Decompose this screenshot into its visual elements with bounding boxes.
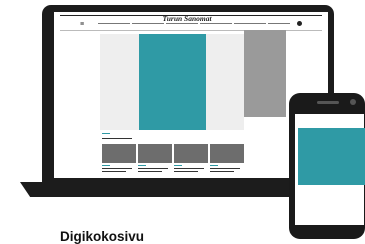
teaser-headline-line[interactable] <box>138 168 168 169</box>
section-title-line <box>102 138 132 139</box>
teaser-image[interactable] <box>102 144 136 163</box>
hamburger-menu-icon[interactable]: ≡ <box>80 21 84 28</box>
teaser-label <box>102 165 110 166</box>
teaser-image[interactable] <box>210 144 244 163</box>
laptop-screen: ≡ Turun Sanomat <box>54 12 328 178</box>
phone-camera <box>350 99 356 105</box>
nav-item[interactable] <box>132 23 164 24</box>
teaser-label <box>210 165 218 166</box>
teaser-headline-line[interactable] <box>102 168 132 169</box>
caption-title: Digikokosivu <box>60 229 145 244</box>
left-column-placeholder <box>100 34 139 130</box>
teaser-headline-line[interactable] <box>210 171 234 172</box>
teaser-headline-line[interactable] <box>138 171 162 172</box>
user-icon[interactable] <box>297 21 302 26</box>
nav-item[interactable] <box>268 23 290 24</box>
teaser-headline-line[interactable] <box>174 171 198 172</box>
nav-item[interactable] <box>234 23 266 24</box>
featured-article-image[interactable] <box>139 34 206 130</box>
phone-speaker <box>317 101 339 104</box>
nav-item[interactable] <box>166 23 198 24</box>
ad-placeholder <box>244 30 286 117</box>
nav-item[interactable] <box>98 23 130 24</box>
teaser-label <box>138 165 146 166</box>
teaser-label <box>174 165 182 166</box>
teaser-headline-line[interactable] <box>210 168 240 169</box>
phone-featured-image[interactable] <box>298 128 365 185</box>
nav-item[interactable] <box>200 23 232 24</box>
teaser-headline-line[interactable] <box>102 171 126 172</box>
section-label <box>102 133 110 134</box>
right-column-placeholder <box>206 34 244 130</box>
teaser-image[interactable] <box>138 144 172 163</box>
teaser-headline-line[interactable] <box>174 168 204 169</box>
teaser-image[interactable] <box>174 144 208 163</box>
